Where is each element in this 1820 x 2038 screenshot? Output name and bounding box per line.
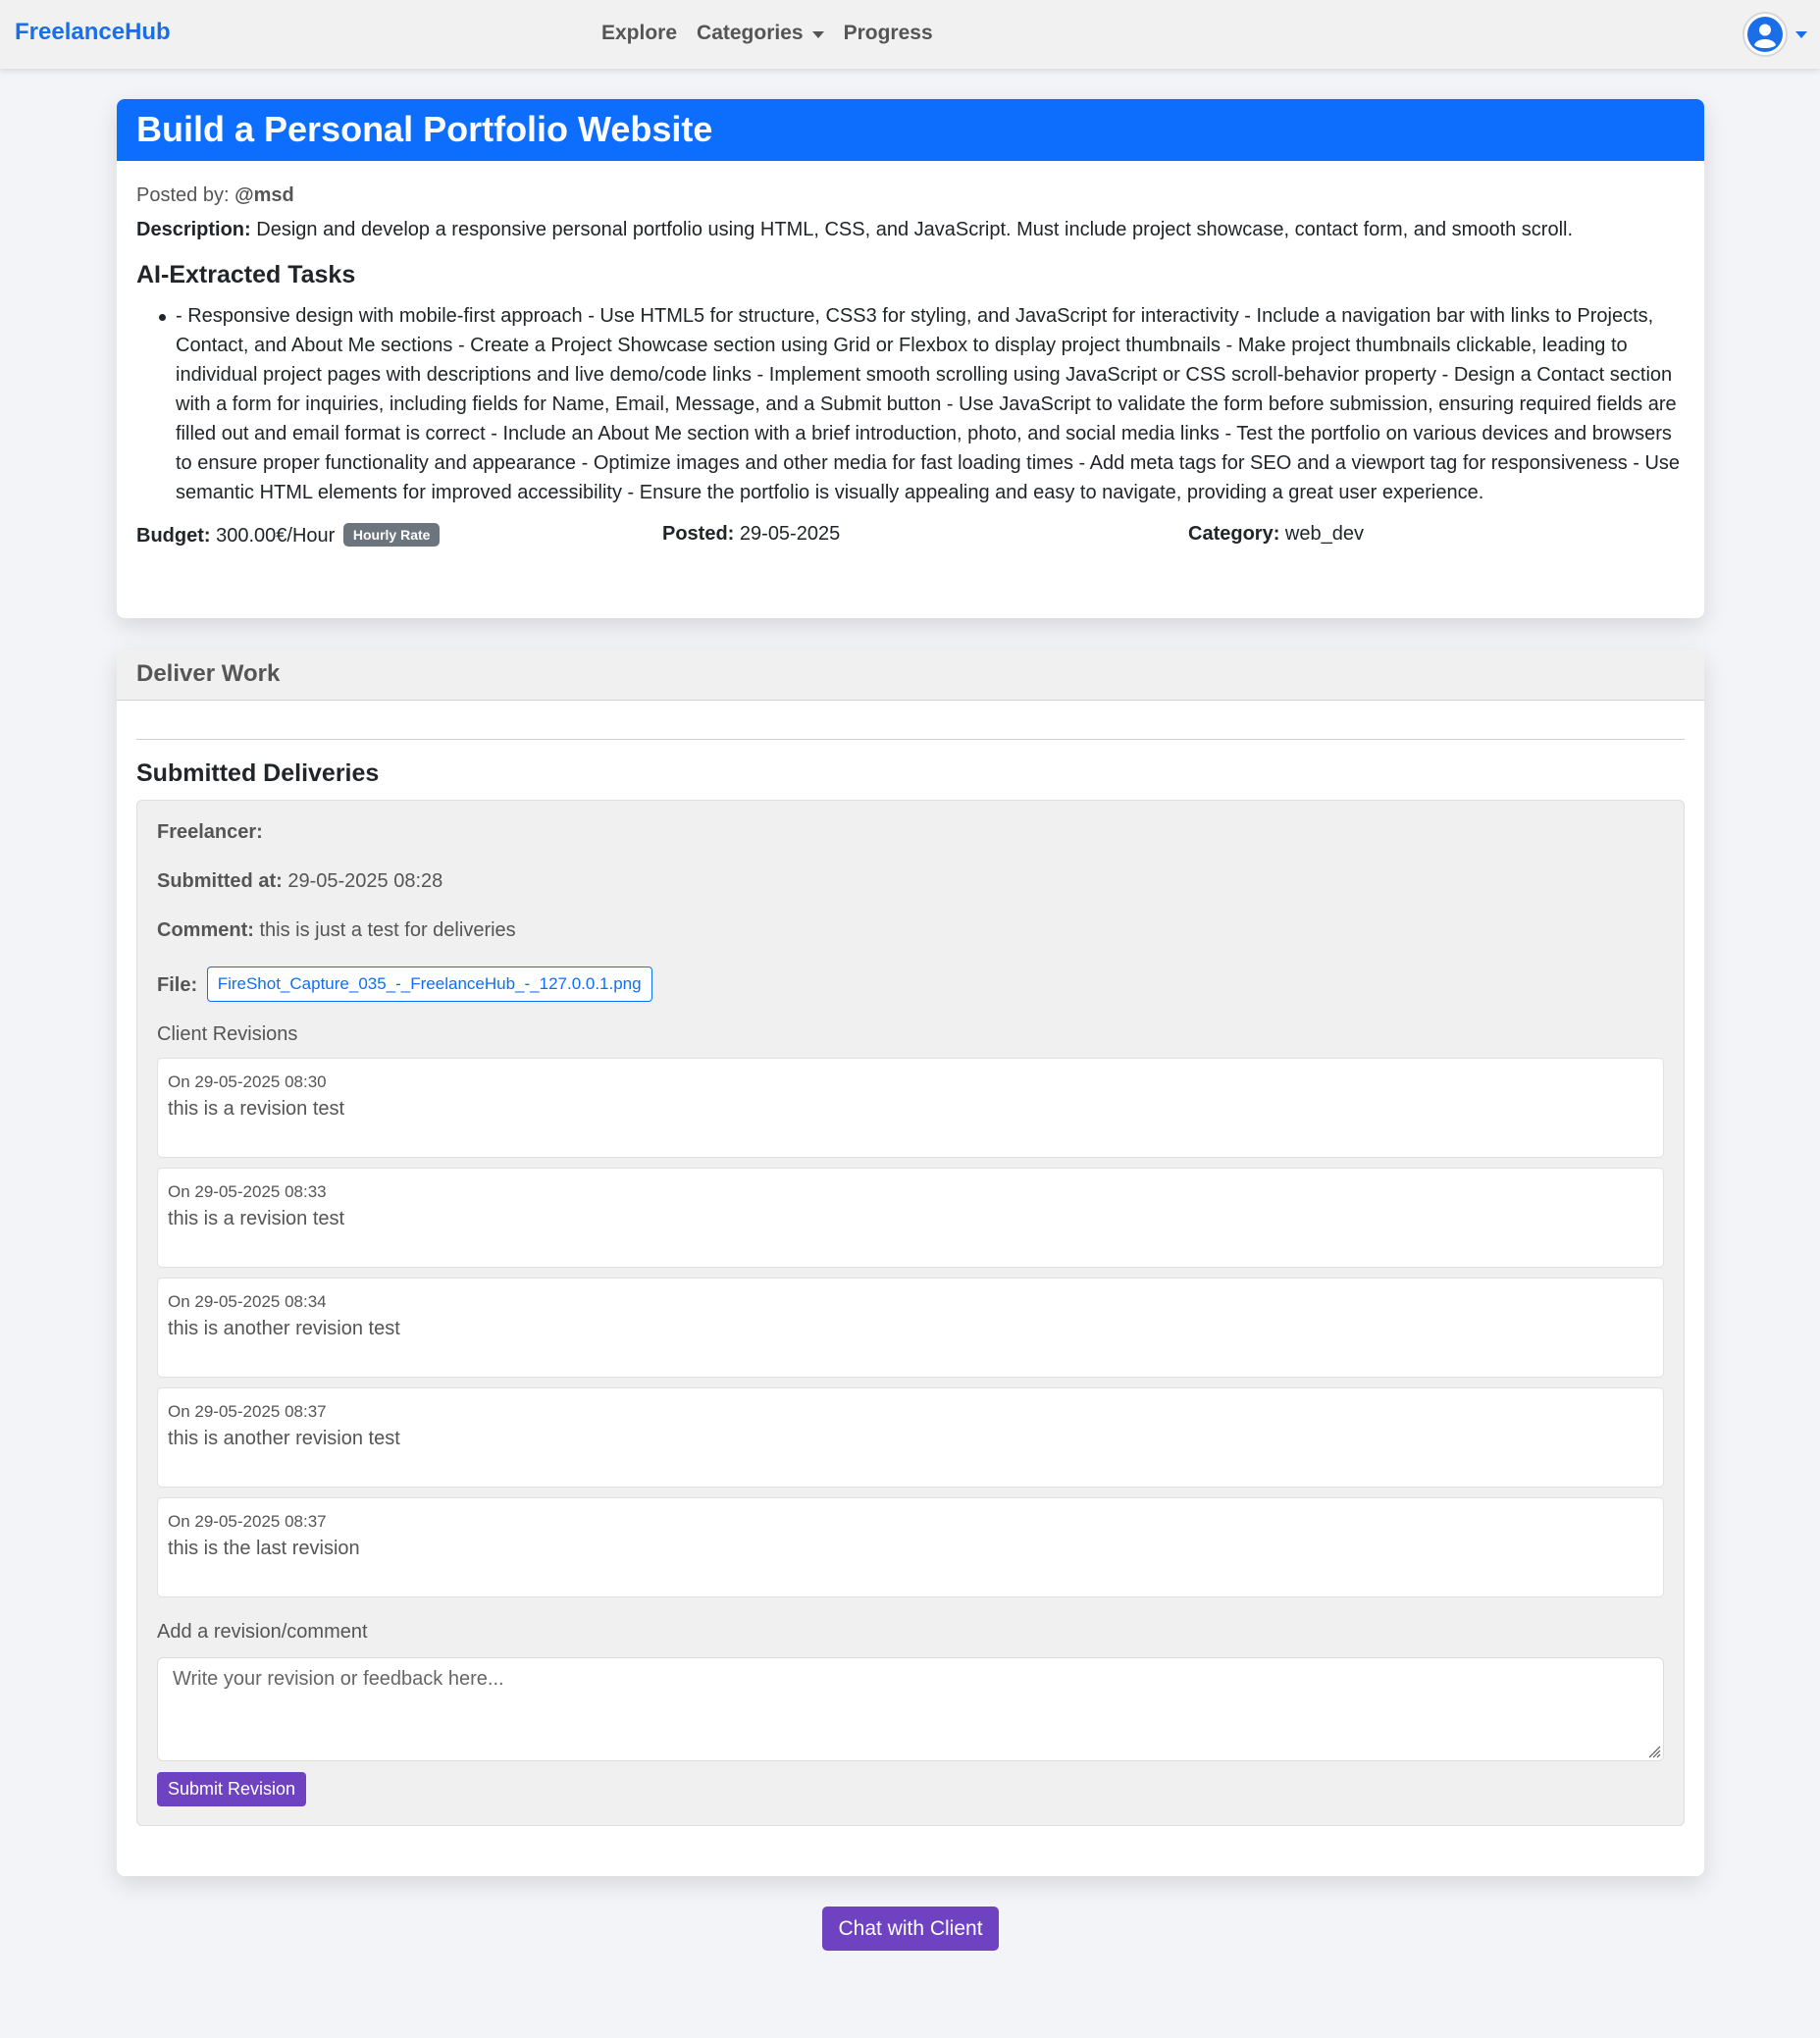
revision-date: On 29-05-2025 08:30 [168,1072,327,1091]
caret-down-icon [1795,30,1807,38]
revision-text: this is a revision test [168,1098,345,1120]
budget: Budget: 300.00€/Hour Hourly Rate [136,523,441,548]
nav-explore-label: Explore [601,22,678,44]
user-menu-toggle[interactable] [1742,12,1807,57]
submitted-at-value: 29-05-2025 08:28 [287,870,443,892]
submit-revision-button[interactable]: Submit Revision [157,1772,306,1806]
job-meta: Budget: 300.00€/Hour Hourly Rate Posted:… [136,523,1685,562]
submitted-deliveries-title: Submitted Deliveries [136,759,380,787]
submitted-at-label: Submitted at: [157,870,283,892]
revision-date: On 29-05-2025 08:37 [168,1512,327,1531]
file-label: File: [157,974,198,996]
posted-by-label: Posted by: [136,184,230,206]
job-card: Build a Personal Portfolio Website Poste… [117,99,1704,618]
revision-text: this is the last revision [168,1538,360,1559]
job-title: Build a Personal Portfolio Website [117,99,1704,161]
add-revision-label: Add a revision/comment [157,1621,368,1643]
job-body: Posted by: @msd Description: Design and … [117,161,1704,562]
comment-line: Comment: this is just a test for deliver… [157,919,516,942]
freelancer-label: Freelancer: [157,821,263,843]
budget-label: Budget: [136,525,211,547]
revisions-list: On 29-05-2025 08:30 this is a revision t… [157,1058,1664,1607]
revision-text: this is a revision test [168,1208,345,1229]
deliver-card: Deliver Work Submitted Deliveries Freela… [117,650,1704,1876]
client-revisions-title: Client Revisions [157,1023,298,1045]
divider [136,739,1685,740]
task-item: - Responsive design with mobile-first ap… [136,301,1685,507]
revision-item: On 29-05-2025 08:34 this is another revi… [157,1278,1664,1378]
revision-item: On 29-05-2025 08:30 this is a revision t… [157,1058,1664,1158]
tasks-title: AI-Extracted Tasks [136,261,356,288]
revision-item: On 29-05-2025 08:33 this is a revision t… [157,1168,1664,1268]
file-line: File: FireShot_Capture_035_-_FreelanceHu… [157,967,652,1002]
description-label: Description: [136,219,251,240]
nav-categories-dropdown[interactable]: Categories [697,22,824,45]
rate-badge: Hourly Rate [342,523,441,547]
nav-progress-label: Progress [843,22,933,44]
deliver-header: Deliver Work [117,650,1704,701]
user-avatar-icon [1747,17,1783,52]
nav-links: Explore Categories Progress [601,22,933,45]
resize-grip-icon[interactable] [1647,1745,1661,1758]
chat-with-client-button[interactable]: Chat with Client [822,1907,999,1951]
comment-value: this is just a test for deliveries [259,919,516,941]
revision-item: On 29-05-2025 08:37 this is the last rev… [157,1497,1664,1597]
freelancer-line: Freelancer: [157,821,263,844]
posted-by: Posted by: @msd [136,184,1685,207]
revision-textarea[interactable] [157,1657,1664,1761]
revision-item: On 29-05-2025 08:37 this is another revi… [157,1387,1664,1488]
posted-date: Posted: 29-05-2025 [662,523,840,546]
description-text: Design and develop a responsive personal… [256,219,1574,240]
brand-logo-link[interactable]: FreelanceHub [15,19,171,46]
revision-date: On 29-05-2025 08:34 [168,1292,327,1311]
revision-text: this is another revision test [168,1318,400,1339]
nav-explore-link[interactable]: Explore [601,22,677,45]
revision-date: On 29-05-2025 08:37 [168,1402,327,1421]
nav-progress-link[interactable]: Progress [844,22,933,45]
navbar: FreelanceHub Explore Categories Progress [0,0,1820,69]
category: Category: web_dev [1188,523,1364,546]
posted-date-value: 29-05-2025 [739,523,841,545]
tasks-list: - Responsive design with mobile-first ap… [136,301,1685,507]
avatar [1742,12,1788,57]
category-value: web_dev [1284,523,1364,545]
budget-value: 300.00€/Hour [216,525,336,547]
caret-down-icon [811,30,824,38]
delivery-item: Freelancer: Submitted at: 29-05-2025 08:… [136,800,1685,1826]
posted-by-username: @msd [234,184,294,206]
posted-label: Posted: [662,523,735,545]
nav-categories-label: Categories [697,22,804,44]
submitted-at-line: Submitted at: 29-05-2025 08:28 [157,870,442,893]
revision-text: this is another revision test [168,1428,400,1449]
file-download-link[interactable]: FireShot_Capture_035_-_FreelanceHub_-_12… [206,967,652,1002]
revision-date: On 29-05-2025 08:33 [168,1182,327,1201]
comment-label: Comment: [157,919,254,941]
category-label: Category: [1188,523,1280,545]
job-description: Description: Design and develop a respon… [136,216,1685,243]
